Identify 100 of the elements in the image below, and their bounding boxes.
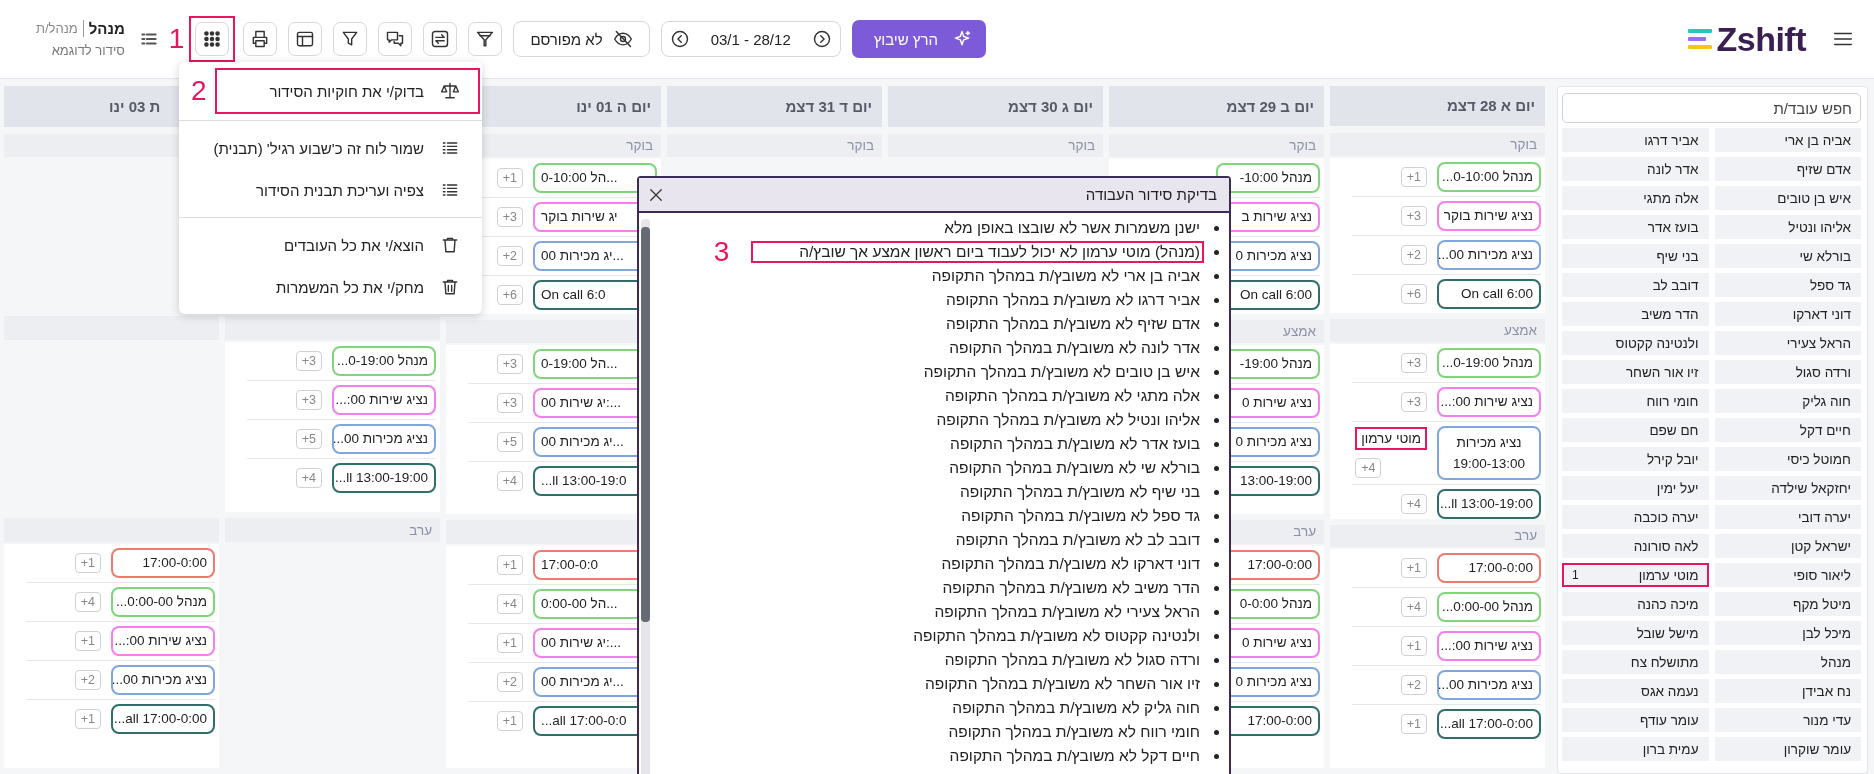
- employee-item[interactable]: נח אבידן: [1714, 679, 1861, 703]
- open-slots-badge[interactable]: +3: [295, 350, 322, 371]
- menu-item[interactable]: הוצא/י את כל העובדים: [191, 224, 480, 266]
- employee-item[interactable]: חם שפם: [1562, 418, 1709, 442]
- shift-pill[interactable]: מנהל 10:00-: [1216, 162, 1320, 193]
- employee-item[interactable]: הראל צעירי: [1714, 331, 1861, 355]
- scrollbar[interactable]: [641, 219, 650, 774]
- employee-item[interactable]: בורלא שי: [1714, 244, 1861, 268]
- employee-item[interactable]: יערה כוכבה: [1562, 505, 1709, 529]
- open-slots-badge[interactable]: +4: [496, 593, 523, 614]
- open-slots-badge[interactable]: +2: [496, 245, 523, 266]
- open-slots-badge[interactable]: +4: [1400, 597, 1427, 618]
- swap-button[interactable]: [423, 22, 458, 56]
- publish-status-button[interactable]: לא מפורסם: [513, 21, 650, 57]
- shift-pill[interactable]: 13:00-19:00 ll...: [332, 462, 436, 493]
- open-slots-badge[interactable]: +2: [1400, 244, 1427, 265]
- employee-item[interactable]: יחזקאל שילדה: [1714, 476, 1861, 500]
- shift-pill[interactable]: נציג שירות 00:...: [111, 625, 215, 656]
- layout-button[interactable]: [288, 22, 323, 56]
- employee-item[interactable]: דוני דארקו: [1714, 302, 1861, 326]
- assigned-employee[interactable]: מוטי ערמון: [1355, 427, 1427, 451]
- chat-button[interactable]: [378, 22, 413, 56]
- open-slots-badge[interactable]: +4: [1400, 493, 1427, 514]
- employee-item[interactable]: בועז אדר: [1562, 215, 1709, 239]
- logo[interactable]: Zshift: [1688, 19, 1806, 59]
- employee-item[interactable]: ולנטינה קקטוס: [1562, 331, 1709, 355]
- employee-item[interactable]: איש בן טובים: [1714, 186, 1861, 210]
- open-slots-badge[interactable]: +3: [1400, 205, 1427, 226]
- shift-pill[interactable]: מנהל 0:00-00...: [111, 586, 215, 617]
- menu-item[interactable]: שמור לוח זה כ'שבוע רגיל' (תבנית): [191, 127, 480, 169]
- employee-item[interactable]: מישל שובל: [1562, 621, 1709, 645]
- grid-button[interactable]: [195, 22, 230, 56]
- open-slots-badge[interactable]: +3: [496, 393, 523, 414]
- open-slots-badge[interactable]: +5: [295, 428, 322, 449]
- open-slots-badge[interactable]: +1: [496, 632, 523, 653]
- shift-pill[interactable]: נציג מכירות 00...: [332, 423, 436, 454]
- employee-item[interactable]: מיכל לבן: [1714, 621, 1861, 645]
- chevron-left-icon[interactable]: [669, 29, 690, 49]
- shift-pill[interactable]: הל 0-10:00...: [533, 162, 657, 193]
- employee-item[interactable]: נעמה אגס: [1562, 679, 1709, 703]
- open-slots-badge[interactable]: +4: [1355, 458, 1382, 479]
- open-slots-badge[interactable]: +3: [496, 206, 523, 227]
- menu-item[interactable]: מחק/י את כל המשמרות: [191, 266, 480, 308]
- open-slots-badge[interactable]: +6: [496, 284, 523, 305]
- employee-item[interactable]: בני שיף: [1562, 244, 1709, 268]
- employee-item[interactable]: עומר עודף: [1562, 708, 1709, 732]
- employee-item[interactable]: אליהו ונטיל: [1714, 215, 1861, 239]
- open-slots-badge[interactable]: +1: [496, 554, 523, 575]
- open-slots-badge[interactable]: +1: [74, 708, 101, 729]
- date-range-picker[interactable]: 03/1 - 28/12: [660, 21, 841, 57]
- open-slots-badge[interactable]: +2: [496, 671, 523, 692]
- employee-item[interactable]: אביה בן ארי: [1714, 128, 1861, 152]
- open-slots-badge[interactable]: +6: [1400, 283, 1427, 304]
- shift-pill[interactable]: 17:00-0:00: [1437, 553, 1541, 584]
- open-slots-badge[interactable]: +3: [1400, 391, 1427, 412]
- employee-item[interactable]: עומר שוקרון: [1714, 737, 1861, 761]
- employee-item[interactable]: אדר לונה: [1562, 157, 1709, 181]
- employee-item[interactable]: דובב לב: [1562, 273, 1709, 297]
- shift-pill[interactable]: 17:00-0:00: [111, 547, 215, 578]
- open-slots-badge[interactable]: +1: [496, 167, 523, 188]
- open-slots-badge[interactable]: +1: [74, 552, 101, 573]
- open-slots-badge[interactable]: +4: [74, 591, 101, 612]
- open-slots-badge[interactable]: +1: [1400, 166, 1427, 187]
- menu-item[interactable]: צפיה ועריכת תבנית הסידור: [191, 169, 480, 211]
- shift-pill[interactable]: נציג מכירות 00...: [1437, 670, 1541, 701]
- open-slots-badge[interactable]: +4: [295, 467, 322, 488]
- employee-item[interactable]: יובל קירל: [1562, 447, 1709, 471]
- employee-item[interactable]: ליאור סופי: [1714, 563, 1861, 587]
- shift-pill[interactable]: On call 6:00: [1437, 278, 1541, 309]
- employee-item[interactable]: מתושלח צח: [1562, 650, 1709, 674]
- employee-item[interactable]: לאה סורונה: [1562, 534, 1709, 558]
- shift-pill[interactable]: נציג שירות 00:...: [332, 384, 436, 415]
- employee-item[interactable]: עמית ברון: [1562, 737, 1709, 761]
- open-slots-badge[interactable]: +4: [496, 471, 523, 492]
- chevron-right-icon[interactable]: [811, 29, 832, 49]
- employee-item[interactable]: מיטל מקף: [1714, 592, 1861, 616]
- open-slots-badge[interactable]: +1: [74, 630, 101, 651]
- open-slots-badge[interactable]: +2: [1400, 675, 1427, 696]
- print-button[interactable]: [243, 22, 278, 56]
- shift-pill[interactable]: נציג שירות 00:...: [1437, 631, 1541, 662]
- open-slots-badge[interactable]: +3: [1400, 352, 1427, 373]
- shift-pill[interactable]: נציג מכירות 00...: [111, 664, 215, 695]
- employee-item[interactable]: מיכה כהנה: [1562, 592, 1709, 616]
- menu-item[interactable]: בדוק/י את חוקיות הסידור: [214, 68, 480, 114]
- employee-item[interactable]: עדי מנור: [1714, 708, 1861, 732]
- employee-item[interactable]: מנהל: [1714, 650, 1861, 674]
- employee-item[interactable]: זיו אור השחר: [1562, 360, 1709, 384]
- shift-pill[interactable]: מנהל 0-19:00...: [1437, 347, 1541, 378]
- open-slots-badge[interactable]: +1: [1400, 714, 1427, 735]
- open-slots-badge[interactable]: +1: [496, 710, 523, 731]
- open-slots-badge[interactable]: +2: [74, 669, 101, 690]
- shift-pill[interactable]: נציג שירות 00:...: [1437, 386, 1541, 417]
- funnel-button[interactable]: [468, 22, 503, 56]
- employee-item[interactable]: חמוטל כיסי: [1714, 447, 1861, 471]
- shift-pill[interactable]: 17:00-0:00 all...: [111, 703, 215, 734]
- employee-item[interactable]: אדם שזיף: [1714, 157, 1861, 181]
- open-slots-badge[interactable]: +1: [1400, 636, 1427, 657]
- employee-item[interactable]: חוה גליק: [1714, 389, 1861, 413]
- open-slots-badge[interactable]: +3: [295, 389, 322, 410]
- shift-pill[interactable]: נציג שירות בוקר: [1437, 200, 1541, 231]
